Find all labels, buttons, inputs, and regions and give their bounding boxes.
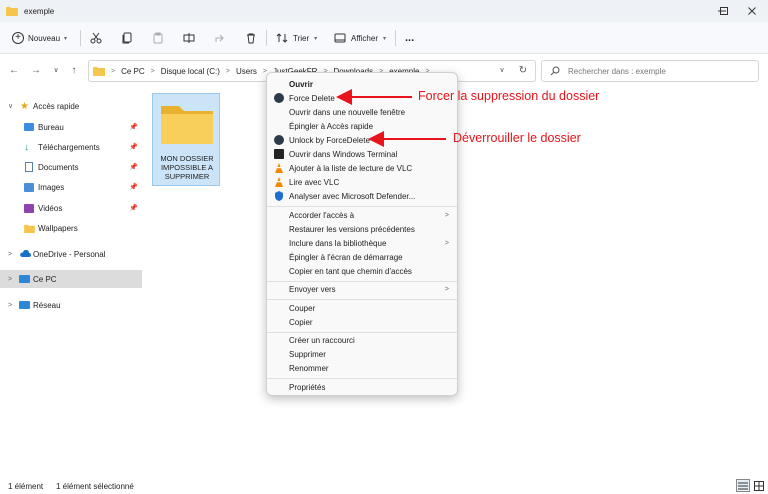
selection-count: 1 élément sélectionné [56, 481, 134, 491]
annotation-unlock: Déverrouiller le dossier [453, 131, 581, 145]
status-bar: 1 élément 1 élément sélectionné [0, 478, 768, 494]
grid-view-icon [754, 480, 764, 491]
item-count: 1 élément [8, 481, 44, 491]
annotation-force-delete: Forcer la suppression du dossier [418, 89, 600, 103]
tiles-view-button[interactable] [752, 479, 766, 492]
list-view-icon [738, 482, 748, 489]
annotation-arrows [336, 89, 446, 147]
details-view-button[interactable] [736, 479, 750, 492]
